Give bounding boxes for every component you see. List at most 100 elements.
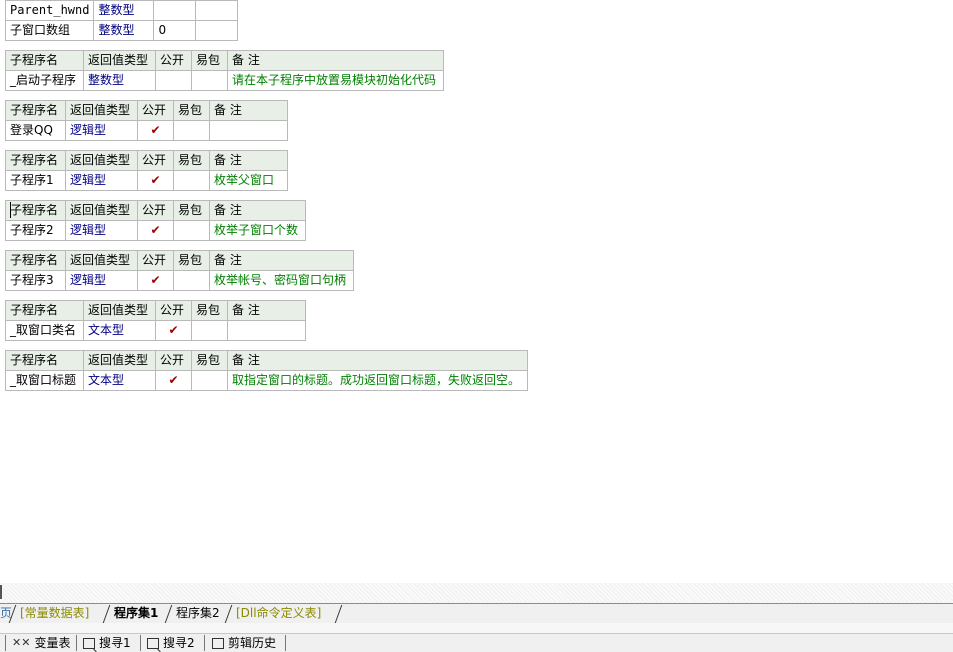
note-cell[interactable]	[209, 120, 288, 141]
tab-program-set-2[interactable]: 程序集2	[176, 604, 220, 623]
return-type[interactable]: 逻辑型	[65, 170, 138, 191]
header-public: 公开	[137, 150, 174, 171]
return-type[interactable]: 逻辑型	[65, 270, 138, 291]
public-check[interactable]: ✔	[137, 170, 174, 191]
variable-extra[interactable]	[195, 20, 239, 41]
header-public: 公开	[155, 300, 192, 321]
return-type[interactable]: 逻辑型	[65, 120, 138, 141]
header-note: 备 注	[227, 50, 444, 71]
subprogram-table: 子程序名 返回值类型 公开 易包 备 注 _取窗口类名 文本型 ✔	[5, 300, 306, 341]
note-cell[interactable]: 枚举父窗口	[209, 170, 288, 191]
header-name: 子程序名	[5, 100, 66, 121]
tab-separator	[226, 605, 232, 622]
easy-pkg-cell[interactable]	[173, 270, 210, 291]
note-cell[interactable]: 枚举帐号、密码窗口句柄	[209, 270, 354, 291]
return-type[interactable]: 文本型	[83, 370, 156, 391]
easy-pkg-cell[interactable]	[173, 170, 210, 191]
table-header-row: 子程序名 返回值类型 公开 易包 备 注	[5, 200, 306, 221]
variables-panel-button[interactable]: ✕✕ 变量表	[12, 635, 70, 651]
subprogram-name[interactable]: 子程序2	[5, 220, 66, 241]
subprogram-name[interactable]: 子程序1	[5, 170, 66, 191]
header-return-type: 返回值类型	[65, 150, 138, 171]
table-row: _取窗口类名 文本型 ✔	[5, 320, 306, 341]
return-type[interactable]: 逻辑型	[65, 220, 138, 241]
header-easy-pkg: 易包	[173, 250, 210, 271]
public-check[interactable]: ✔	[137, 220, 174, 241]
variable-type[interactable]: 整数型	[93, 20, 155, 41]
variable-value[interactable]	[153, 0, 197, 21]
search2-panel-button[interactable]: 搜寻2	[147, 635, 195, 651]
header-public: 公开	[155, 50, 192, 71]
table-header-row: 子程序名 返回值类型 公开 易包 备 注	[5, 100, 288, 121]
search-icon	[147, 637, 159, 649]
search1-panel-button[interactable]: 搜寻1	[83, 635, 131, 651]
header-public: 公开	[137, 100, 174, 121]
clip-history-panel-button[interactable]: 剪辑历史	[212, 635, 276, 651]
table-row: _取窗口标题 文本型 ✔ 取指定窗口的标题。成功返回窗口标题，失败返回空。	[5, 370, 528, 391]
note-cell[interactable]	[227, 320, 306, 341]
header-easy-pkg: 易包	[173, 200, 210, 221]
header-note: 备 注	[227, 350, 528, 371]
easy-pkg-cell[interactable]	[173, 120, 210, 141]
panel-label: 搜寻1	[99, 636, 131, 650]
header-name: 子程序名	[5, 250, 66, 271]
table-header-row: 子程序名 返回值类型 公开 易包 备 注	[5, 250, 354, 271]
public-check[interactable]: ✔	[137, 120, 174, 141]
public-check[interactable]: ✔	[155, 370, 192, 391]
note-cell[interactable]: 枚举子窗口个数	[209, 220, 306, 241]
easy-pkg-cell[interactable]	[173, 220, 210, 241]
subprogram-name[interactable]: 登录QQ	[5, 120, 66, 141]
header-easy-pkg: 易包	[191, 50, 228, 71]
public-check[interactable]: ✔	[155, 320, 192, 341]
return-type[interactable]: 整数型	[83, 70, 156, 91]
easy-pkg-cell[interactable]	[191, 70, 228, 91]
subprogram-name[interactable]: 子程序3	[5, 270, 66, 291]
header-return-type: 返回值类型	[65, 250, 138, 271]
subprogram-name[interactable]: _取窗口类名	[5, 320, 84, 341]
note-cell[interactable]: 请在本子程序中放置易模块初始化代码	[227, 70, 444, 91]
subprogram-table: 子程序名 返回值类型 公开 易包 备 注 登录QQ 逻辑型 ✔	[5, 100, 288, 141]
easy-pkg-cell[interactable]	[191, 320, 228, 341]
bottom-panel-bar: ✕✕ 变量表 搜寻1 搜寻2 剪辑历史	[0, 633, 953, 652]
horizontal-scrollbar[interactable]	[0, 583, 953, 603]
clipboard-icon	[212, 637, 224, 649]
header-return-type: 返回值类型	[65, 100, 138, 121]
variable-name[interactable]: 子窗口数组	[4, 20, 95, 41]
subprogram-name[interactable]: _启动子程序	[5, 70, 84, 91]
table-row: Parent_hwnd 整数型	[4, 0, 239, 21]
search-icon	[83, 637, 95, 649]
return-type[interactable]: 文本型	[83, 320, 156, 341]
header-name: 子程序名	[5, 350, 84, 371]
panel-label: 搜寻2	[163, 636, 195, 650]
table-header-row: 子程序名 返回值类型 公开 易包 备 注	[5, 150, 288, 171]
table-row: 子窗口数组 整数型 0	[4, 20, 239, 41]
header-easy-pkg: 易包	[173, 150, 210, 171]
tab-dll-commands[interactable]: [Dll命令定义表]	[236, 604, 321, 623]
variable-extra[interactable]	[195, 0, 239, 21]
note-cell[interactable]: 取指定窗口的标题。成功返回窗口标题，失败返回空。	[227, 370, 528, 391]
header-return-type: 返回值类型	[83, 300, 156, 321]
table-row: _启动子程序 整数型 请在本子程序中放置易模块初始化代码	[5, 70, 444, 91]
header-name: 子程序名	[5, 50, 84, 71]
tab-separator	[336, 605, 342, 622]
public-check[interactable]: ✔	[137, 270, 174, 291]
panel-divider	[204, 635, 205, 651]
tab-separator	[10, 605, 16, 622]
public-check[interactable]	[155, 70, 192, 91]
tab-program-set-1[interactable]: 程序集1	[114, 604, 158, 623]
easy-pkg-cell[interactable]	[191, 370, 228, 391]
table-row: 子程序3 逻辑型 ✔ 枚举帐号、密码窗口句柄	[5, 270, 354, 291]
panel-label: 变量表	[34, 636, 71, 650]
table-header-row: 子程序名 返回值类型 公开 易包 备 注	[5, 300, 306, 321]
variable-value[interactable]: 0	[153, 20, 197, 41]
table-header-row: 子程序名 返回值类型 公开 易包 备 注	[5, 350, 528, 371]
variables-icon: ✕✕	[12, 636, 31, 649]
tab-constant-table[interactable]: [常量数据表]	[20, 604, 89, 623]
variable-type[interactable]: 整数型	[93, 0, 155, 21]
header-note: 备 注	[209, 100, 288, 121]
subprogram-name[interactable]: _取窗口标题	[5, 370, 84, 391]
table-row: 登录QQ 逻辑型 ✔	[5, 120, 288, 141]
header-public: 公开	[137, 200, 174, 221]
variable-name[interactable]: Parent_hwnd	[4, 0, 95, 21]
header-public: 公开	[137, 250, 174, 271]
